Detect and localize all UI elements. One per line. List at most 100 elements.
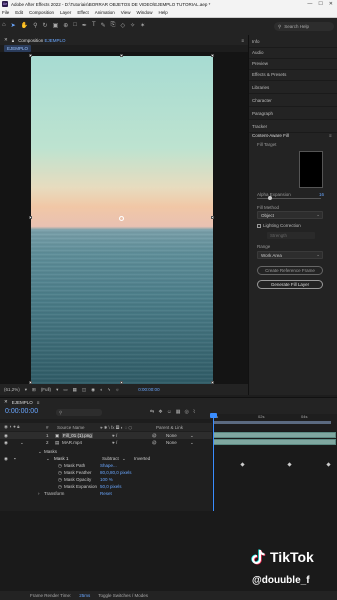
chevron-down-icon[interactable]: ⌄	[46, 456, 50, 462]
shy-layers-icon[interactable]: ☺	[167, 409, 172, 415]
mask-property-row[interactable]: ◷ Mask Opacity 100 %	[0, 476, 212, 483]
keyframe-icon[interactable]	[326, 462, 331, 467]
work-area-bar[interactable]	[213, 421, 331, 424]
layer-duration-bar[interactable]	[213, 439, 336, 445]
eraser-tool-icon[interactable]: ◇	[120, 22, 125, 29]
mask-property-value[interactable]: Shape...	[100, 463, 117, 468]
menu-view[interactable]: View	[121, 10, 131, 15]
source-name-header[interactable]: Source Name	[57, 425, 85, 430]
parent-pickwhip-icon[interactable]: @	[152, 440, 157, 445]
generate-fill-layer-button[interactable]: Generate Fill Layer	[257, 280, 323, 289]
stopwatch-icon[interactable]: ◷	[58, 484, 62, 490]
home-icon[interactable]: ⌂	[2, 22, 6, 29]
mask-visibility-icon[interactable]: ◫	[82, 387, 86, 393]
parent-pickwhip-icon[interactable]: @	[152, 433, 157, 438]
roto-brush-tool-icon[interactable]: ✧	[130, 22, 135, 29]
clone-stamp-tool-icon[interactable]: ⎘	[111, 22, 116, 29]
tab-composition[interactable]: Composition EJEMPLO	[18, 38, 65, 43]
menu-edit[interactable]: Edit	[15, 10, 23, 15]
menu-help[interactable]: Help	[158, 10, 167, 15]
stopwatch-icon[interactable]: ◷	[58, 463, 62, 469]
panel-tracker[interactable]: Tracker	[249, 120, 337, 133]
color-channel-icon[interactable]: ◐	[100, 387, 103, 392]
composition-breadcrumb[interactable]: EJEMPLO	[4, 45, 32, 52]
transform-handle-top[interactable]	[120, 54, 123, 57]
alpha-expansion-slider[interactable]	[257, 198, 321, 199]
motion-blur-icon[interactable]: ◎	[185, 409, 189, 415]
chevron-down-icon[interactable]: ⌄	[122, 456, 126, 462]
fill-method-select[interactable]: Object ⌄	[257, 211, 323, 219]
mask-color-swatch[interactable]: ▪	[14, 456, 16, 461]
transform-handle-top-left[interactable]	[29, 54, 32, 57]
resolution-select[interactable]: (Full)	[41, 387, 51, 392]
layer-row[interactable]: ◉ ⌄ 2 ▤ MAR.mp4 ⚹ / @ None ⌄	[0, 439, 212, 446]
chevron-down-icon[interactable]: ⌄	[190, 440, 194, 446]
create-reference-frame-button[interactable]: Create Reference Frame	[257, 266, 323, 275]
grid-icon[interactable]: ⊞	[32, 387, 36, 393]
parent-select[interactable]: None	[166, 440, 177, 445]
panel-libraries[interactable]: Libraries	[249, 81, 337, 94]
panel-character[interactable]: Character	[249, 94, 337, 107]
masks-group-row[interactable]: ⌄ Masks	[0, 448, 212, 455]
tab-timeline[interactable]: EJEMPLO	[12, 400, 33, 405]
stopwatch-icon[interactable]: ◷	[58, 470, 62, 476]
mask-name[interactable]: Mask 1	[54, 456, 69, 461]
parent-select[interactable]: None	[166, 433, 177, 438]
toggle-switches-modes[interactable]: Toggle Switches / Modes	[98, 593, 148, 598]
eye-icon[interactable]: ◉	[4, 440, 8, 446]
panel-menu-icon[interactable]: ≡	[329, 133, 332, 138]
graph-editor-icon[interactable]: ⌇	[193, 409, 195, 415]
fast-previews-icon[interactable]: ϟ	[108, 387, 110, 392]
eye-icon[interactable]: ◉	[4, 433, 8, 439]
parent-link-header[interactable]: Parent & Link	[156, 425, 183, 430]
minimize-icon[interactable]: —	[307, 1, 312, 7]
camera-tool-icon[interactable]: ▣	[53, 22, 59, 29]
mask-property-value[interactable]: 100 %	[100, 477, 113, 482]
layer-switches-icon[interactable]: ⚹ /	[112, 433, 117, 438]
mask-mode-select[interactable]: Subtract	[102, 456, 119, 461]
layer-switches-icon[interactable]: ⚹ /	[112, 440, 117, 445]
chevron-right-icon[interactable]: ›	[38, 491, 40, 496]
selection-tool-icon[interactable]: ➤	[11, 22, 16, 29]
hand-tool-icon[interactable]: ✋	[21, 22, 28, 29]
menu-effect[interactable]: Effect	[77, 10, 88, 15]
panel-effects-presets[interactable]: Effects & Presets	[249, 68, 337, 81]
alpha-expansion-value[interactable]: 16	[319, 192, 324, 197]
menu-layer[interactable]: Layer	[60, 10, 71, 15]
transform-row[interactable]: › Transform Reset	[0, 490, 212, 497]
puppet-tool-icon[interactable]: ✶	[140, 22, 145, 29]
menu-file[interactable]: File	[2, 10, 9, 15]
brush-tool-icon[interactable]: ✎	[101, 22, 106, 29]
pen-tool-icon[interactable]: ✒	[82, 22, 87, 29]
panel-menu-icon[interactable]: ≡	[241, 38, 248, 43]
chevron-down-icon[interactable]: ▾	[25, 387, 27, 393]
lighting-correction-checkbox[interactable]: Lighting Correction	[257, 223, 301, 228]
eye-icon[interactable]: ◉	[4, 456, 8, 462]
transform-handle-right[interactable]	[211, 216, 214, 219]
timeline-timecode[interactable]: 0:00:00:00	[5, 408, 38, 415]
transform-reset[interactable]: Reset	[100, 491, 112, 496]
zoom-tool-icon[interactable]: ⚲	[33, 22, 37, 29]
transform-handle-left[interactable]	[29, 216, 32, 219]
inverted-label[interactable]: Inverted	[134, 456, 150, 461]
chevron-down-icon[interactable]: ⌄	[38, 449, 42, 455]
camera-snapshot-icon[interactable]: ◉	[91, 387, 95, 393]
menu-window[interactable]: Window	[136, 10, 152, 15]
region-of-interest-icon[interactable]: ▭	[63, 387, 67, 393]
panel-menu-icon[interactable]: ≡	[37, 400, 40, 405]
mask-row[interactable]: ◉ ▪ ⌄ Mask 1 Subtract ⌄ Inverted	[0, 455, 212, 462]
range-select[interactable]: Work Area ⌄	[257, 251, 323, 259]
viewer-timecode[interactable]: 0:00:00:00	[138, 387, 159, 392]
maximize-icon[interactable]: ☐	[318, 1, 322, 7]
zoom-level[interactable]: (61,2%)	[4, 387, 20, 392]
stopwatch-icon[interactable]: ◷	[58, 477, 62, 483]
chevron-down-icon[interactable]: ▾	[56, 387, 58, 393]
chevron-down-icon[interactable]: ⌄	[20, 440, 24, 446]
draft-3d-icon[interactable]: ❖	[158, 409, 162, 415]
exposure-icon[interactable]: ☼	[115, 387, 119, 392]
alpha-expansion-slider-knob[interactable]	[267, 196, 272, 200]
panel-paragraph[interactable]: Paragraph	[249, 107, 337, 120]
timeline-search-field[interactable]: ⚲	[56, 409, 102, 416]
mask-property-row[interactable]: ◷ Mask Path Shape...	[0, 462, 212, 469]
transform-handle-top-right[interactable]	[211, 54, 214, 57]
